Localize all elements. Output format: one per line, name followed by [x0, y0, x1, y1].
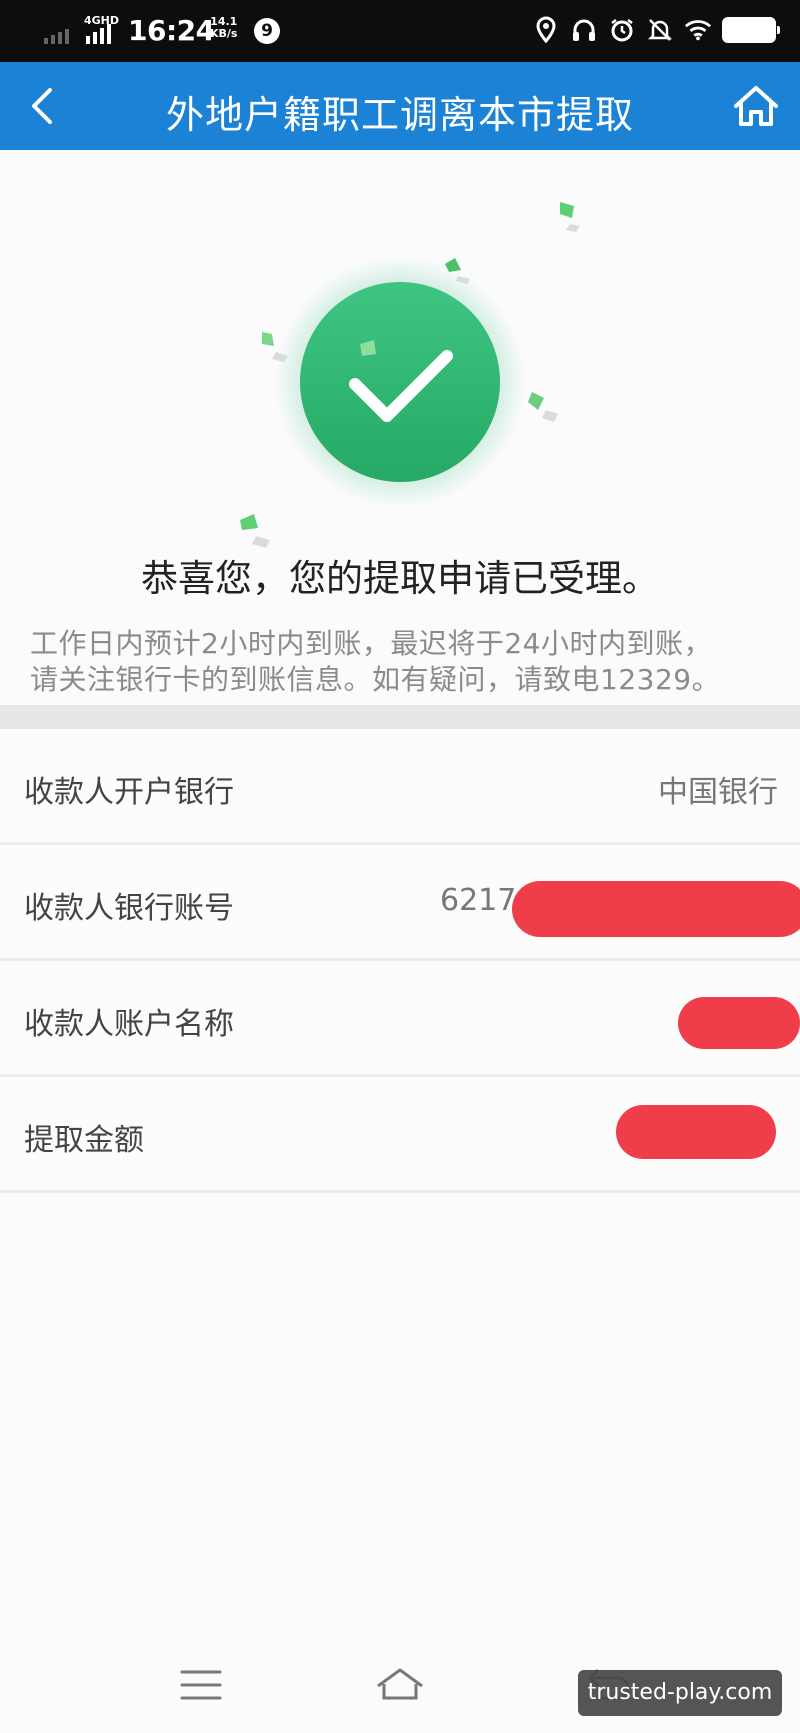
speed-unit: KB/s: [210, 27, 238, 40]
chevron-left-icon: [32, 88, 52, 124]
battery-indicator: 69: [722, 17, 780, 43]
notification-badge: 9: [254, 18, 280, 44]
success-title: 恭喜您，您的提取申请已受理。: [141, 557, 659, 600]
home-icon: [734, 86, 778, 126]
success-panel: 恭喜您，您的提取申请已受理。 工作日内预计2小时内到账，最迟将于24小时内到账，…: [0, 150, 800, 705]
section-divider: [0, 705, 800, 729]
redaction-mark: [616, 1105, 776, 1159]
home-button[interactable]: [730, 80, 782, 132]
app-header: 外地户籍职工调离本市提取: [0, 62, 800, 150]
status-bar: 4GHD 16:24 14.1 KB/s 9 69: [0, 0, 800, 62]
headphones-icon: [570, 14, 598, 46]
network-type: 4GHD: [84, 14, 120, 27]
location-icon: [532, 14, 560, 46]
check-circle-icon: [240, 202, 580, 548]
detail-row-amount: 提取金额: [0, 1077, 800, 1193]
system-home-button[interactable]: [370, 1660, 430, 1710]
payee-name-label: 收款人账户名称: [24, 1007, 234, 1042]
payee-bank-label: 收款人开户银行: [24, 775, 234, 810]
mute-bell-icon: [646, 14, 674, 46]
status-icons: 69: [532, 14, 780, 46]
back-button[interactable]: [20, 80, 70, 132]
details-list: 收款人开户银行 中国银行 收款人银行账号 6217 收款人账户名称 提取金额: [0, 729, 800, 1193]
wifi-icon: [684, 14, 712, 46]
watermark: trusted-play.com: [578, 1670, 782, 1716]
payee-bank-value: 中国银行: [658, 775, 778, 810]
page-title: 外地户籍职工调离本市提取: [165, 93, 634, 137]
clock: 16:24: [128, 14, 215, 47]
menu-button[interactable]: [172, 1660, 232, 1710]
description-line-2: 请关注银行卡的到账信息。如有疑问，请致电12329。: [30, 663, 721, 696]
alarm-icon: [608, 14, 636, 46]
success-description: 工作日内预计2小时内到账，最迟将于24小时内到账， 请关注银行卡的到账信息。如有…: [30, 626, 780, 698]
detail-row-account: 收款人银行账号 6217: [0, 845, 800, 961]
home-outline-icon: [377, 1668, 423, 1700]
payee-account-label: 收款人银行账号: [24, 891, 234, 926]
detail-row-name: 收款人账户名称: [0, 961, 800, 1077]
menu-icon: [180, 1670, 222, 1700]
detail-row-bank: 收款人开户银行 中国银行: [0, 729, 800, 845]
payee-account-value: 6217: [440, 883, 517, 918]
redaction-mark: [678, 997, 800, 1049]
description-line-1: 工作日内预计2小时内到账，最迟将于24小时内到账，: [30, 627, 712, 660]
redaction-mark: [512, 881, 800, 937]
network-speed: 14.1 KB/s: [210, 16, 237, 40]
withdraw-amount-label: 提取金额: [24, 1123, 144, 1158]
